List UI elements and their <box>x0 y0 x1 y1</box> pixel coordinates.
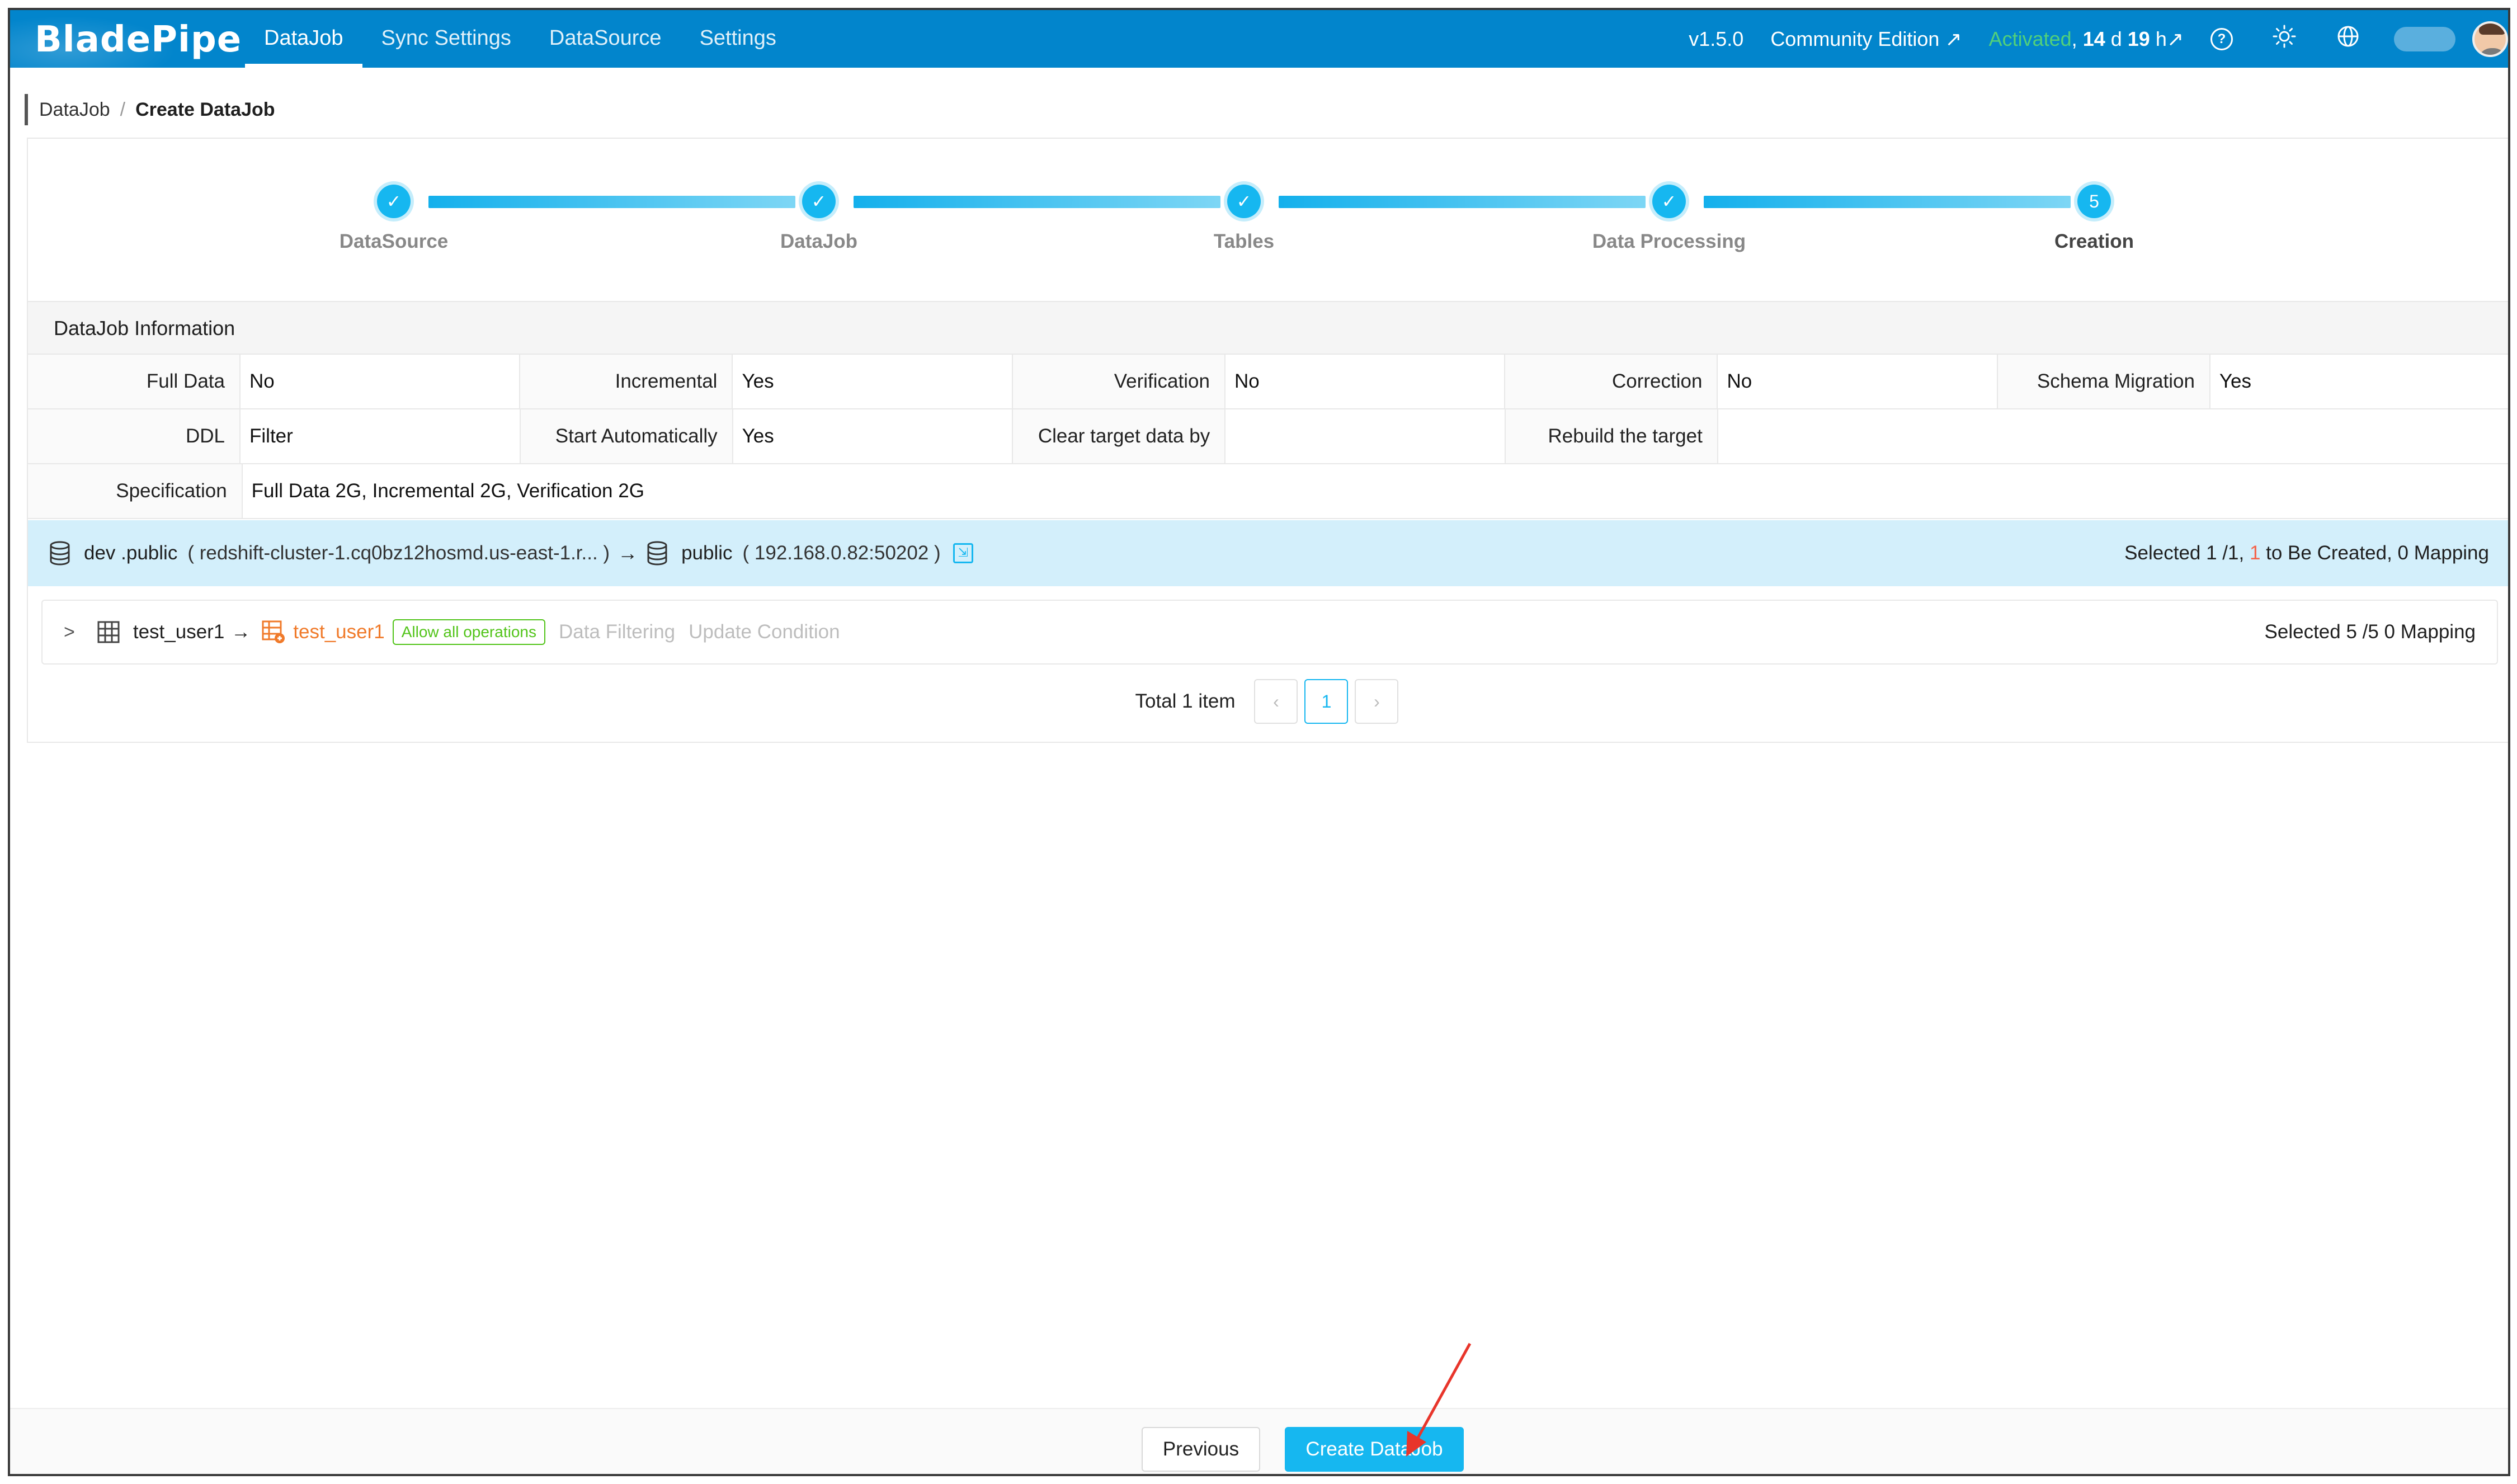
table-grid-icon <box>97 621 120 643</box>
mapping-summary: Selected 1 /1, 1 to Be Created, 0 Mappin… <box>2124 542 2489 564</box>
arrow-right-icon: → <box>231 621 251 643</box>
info-row: DDL Filter Start Automatically Yes Clear… <box>28 409 2508 464</box>
breadcrumb-current: Create DataJob <box>135 98 275 120</box>
page-1-button[interactable]: 1 <box>1304 679 1349 724</box>
target-host: ( 192.168.0.82:50202 ) <box>742 542 941 564</box>
check-icon: ✓ <box>1652 185 1686 218</box>
database-icon <box>647 541 667 566</box>
datajob-info-title: DataJob Information <box>28 301 2508 355</box>
target-schema: public <box>681 542 733 564</box>
app-window: BladePipe DataJob Sync Settings DataSour… <box>8 8 2510 1476</box>
nav-datajob[interactable]: DataJob <box>245 10 362 68</box>
step-data-processing: ✓ Data Processing <box>1557 185 1781 253</box>
data-filtering-link[interactable]: Data Filtering <box>559 621 675 643</box>
open-link-icon[interactable]: ⇲ <box>953 543 973 563</box>
allow-operations-tag[interactable]: Allow all operations <box>392 619 545 645</box>
top-navigation-bar: BladePipe DataJob Sync Settings DataSour… <box>10 10 2508 68</box>
pagination: Total 1 item ‹ 1 › <box>28 678 2508 725</box>
new-table-icon <box>262 620 285 643</box>
username-blurred[interactable] <box>2394 26 2455 51</box>
update-condition-link[interactable]: Update Condition <box>689 621 840 643</box>
arrow-right-icon: → <box>618 541 638 564</box>
breadcrumb: DataJob / Create DataJob <box>25 94 275 125</box>
next-page-button[interactable]: › <box>1355 679 1399 724</box>
annotation-arrow-icon <box>1406 1342 1472 1457</box>
footer-actions: Previous Create DataJob <box>10 1408 2508 1474</box>
check-icon: ✓ <box>1227 185 1261 218</box>
edition-link[interactable]: Community Edition ↗ <box>1770 27 1962 51</box>
step-datajob: ✓ DataJob <box>707 185 931 253</box>
info-row: Full Data No Incremental Yes Verificatio… <box>28 355 2508 409</box>
info-row: Specification Full Data 2G, Incremental … <box>28 464 2508 519</box>
steps-progress: ✓ DataSource ✓ DataJob ✓ Tables ✓ Data P… <box>28 139 2508 301</box>
step-tables: ✓ Tables <box>1132 185 1356 253</box>
check-icon: ✓ <box>802 185 836 218</box>
main-nav: DataJob Sync Settings DataSource Setting… <box>245 10 795 68</box>
previous-button[interactable]: Previous <box>1142 1427 1260 1472</box>
table-row: > test_user1 → test_user1 Allow all oper… <box>41 600 2498 665</box>
license-status[interactable]: Activated, 14 d 19 h↗ <box>1989 27 2184 51</box>
version-label: v1.5.0 <box>1689 27 1744 50</box>
prev-page-button[interactable]: ‹ <box>1254 679 1298 724</box>
pagination-total: Total 1 item <box>1135 690 1236 712</box>
help-icon[interactable]: ? <box>2210 27 2233 50</box>
step-datasource: ✓ DataSource <box>282 185 506 253</box>
activated-label: Activated <box>1988 27 2072 50</box>
breadcrumb-separator: / <box>120 98 126 120</box>
create-datajob-card: ✓ DataSource ✓ DataJob ✓ Tables ✓ Data P… <box>27 138 2508 743</box>
table-row-summary: Selected 5 /5 0 Mapping <box>2264 621 2476 643</box>
nav-settings[interactable]: Settings <box>681 10 795 68</box>
check-icon: ✓ <box>377 185 411 218</box>
user-avatar[interactable] <box>2472 21 2508 57</box>
step-number: 5 <box>2077 185 2111 218</box>
nav-sync-settings[interactable]: Sync Settings <box>362 10 530 68</box>
step-creation: 5 Creation <box>1982 185 2206 253</box>
database-icon <box>50 541 70 566</box>
source-table-name: test_user1 <box>133 621 225 643</box>
nav-datasource[interactable]: DataSource <box>530 10 681 68</box>
source-schema: dev .public <box>84 542 178 564</box>
target-table-name[interactable]: test_user1 <box>293 621 384 643</box>
app-logo[interactable]: BladePipe <box>35 15 242 65</box>
chevron-right-icon[interactable]: > <box>64 621 75 643</box>
source-host: ( redshift-cluster-1.cq0bz12hosmd.us-eas… <box>187 542 610 564</box>
header-right: v1.5.0 Community Edition ↗ Activated, 14… <box>1689 10 2508 68</box>
datajob-info-table: Full Data No Incremental Yes Verificatio… <box>28 355 2508 519</box>
schema-mapping-bar: dev .public ( redshift-cluster-1.cq0bz12… <box>28 520 2508 586</box>
language-globe-icon[interactable] <box>2336 24 2360 54</box>
theme-sun-icon[interactable] <box>2272 24 2297 54</box>
breadcrumb-datajob[interactable]: DataJob <box>39 99 110 121</box>
